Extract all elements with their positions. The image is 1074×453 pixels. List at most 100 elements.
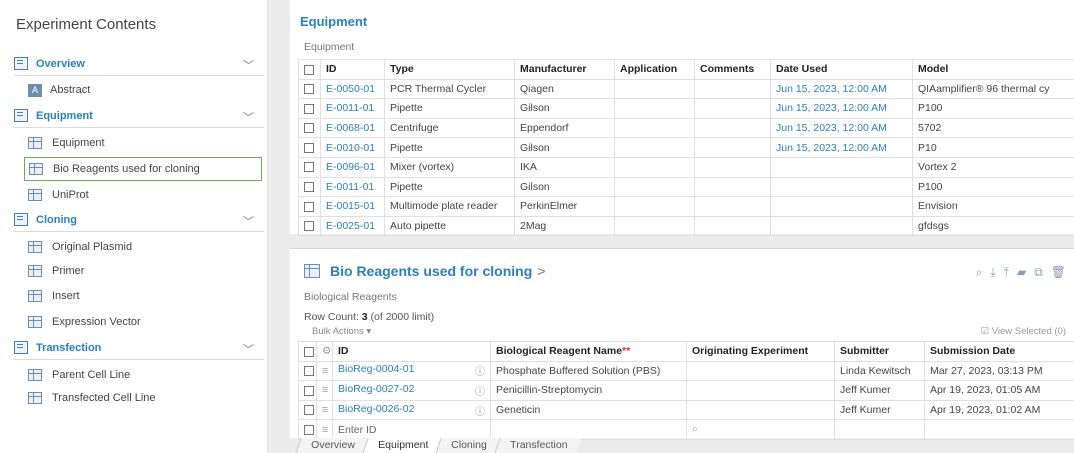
chevron-down-icon[interactable]: ﹀: [243, 57, 254, 73]
drag-handle-icon[interactable]: ≡: [316, 380, 333, 401]
row-checkbox[interactable]: [298, 117, 321, 139]
chevron-down-icon[interactable]: ﹀: [243, 213, 254, 229]
delete-icon[interactable]: 🗑: [1051, 265, 1066, 280]
enter-id-input[interactable]: Enter ID: [332, 419, 491, 440]
column-header[interactable]: Type: [384, 59, 515, 80]
folder-icon[interactable]: ▰: [1017, 265, 1026, 280]
date-link[interactable]: [770, 156, 913, 178]
bioreg-id-link[interactable]: BioReg-0026-02: [338, 403, 414, 415]
sidebar-section-equipment[interactable]: Equipment ﹀: [14, 104, 264, 128]
copy-icon[interactable]: ⧉: [1034, 265, 1043, 280]
column-header[interactable]: Manufacturer: [514, 59, 615, 80]
sidebar-item-original-plasmid[interactable]: Original Plasmid: [14, 235, 264, 259]
sidebar-item-insert[interactable]: Insert: [14, 284, 264, 308]
sidebar-item-transfected-cell-line[interactable]: Transfected Cell Line: [14, 386, 264, 410]
tab-overview[interactable]: Overview: [295, 438, 370, 453]
tab-label: Equipment: [377, 439, 429, 451]
sidebar-item-label: Equipment: [52, 137, 105, 149]
equipment-title[interactable]: Equipment: [300, 14, 367, 29]
sidebar-item-bio-reagents[interactable]: Bio Reagents used for cloning: [24, 157, 262, 181]
lookup-search-icon[interactable]: ⌕: [686, 419, 835, 440]
bulk-actions-dropdown[interactable]: Bulk Actions ▾: [312, 326, 371, 337]
row-checkbox[interactable]: [298, 78, 321, 100]
equipment-id-link[interactable]: E-0010-01: [320, 137, 385, 158]
settings-gear-icon[interactable]: ⚙: [316, 341, 333, 362]
column-header[interactable]: Submission Date: [924, 341, 1074, 362]
column-header[interactable]: ID: [332, 341, 491, 362]
sidebar-section-cloning[interactable]: Cloning ﹀: [14, 208, 264, 232]
select-all-checkbox[interactable]: [298, 59, 321, 80]
equipment-id-link[interactable]: E-0015-01: [320, 196, 385, 217]
row-checkbox[interactable]: [298, 419, 317, 440]
tab-label: Overview: [311, 439, 355, 451]
drag-handle-icon[interactable]: ≡: [316, 399, 333, 421]
sidebar-item-uniprot[interactable]: UniProt: [14, 183, 264, 207]
cell: [686, 360, 835, 382]
equipment-id-link[interactable]: E-0096-01: [320, 156, 385, 178]
bio-reagents-title[interactable]: Bio Reagents used for cloning >: [304, 263, 545, 279]
view-selected-button[interactable]: ☑ View Selected (0): [981, 326, 1066, 337]
drag-handle-icon[interactable]: ≡: [316, 419, 333, 440]
column-header[interactable]: Originating Experiment: [686, 341, 835, 362]
sidebar-item-expression-vector[interactable]: Expression Vector: [14, 310, 264, 334]
tab-equipment[interactable]: Equipment: [362, 438, 443, 453]
date-link[interactable]: Jun 15, 2023, 12:00 AM: [770, 98, 913, 119]
cell: Eppendorf: [514, 117, 615, 139]
row-checkbox[interactable]: [298, 156, 321, 178]
date-link[interactable]: Jun 15, 2023, 12:00 AM: [770, 137, 913, 158]
sidebar-item-equipment[interactable]: Equipment: [14, 131, 264, 155]
search-icon[interactable]: ⌕: [976, 265, 983, 280]
row-checkbox[interactable]: [298, 137, 321, 158]
column-header[interactable]: Submitter: [834, 341, 925, 362]
chevron-down-icon[interactable]: ﹀: [243, 109, 254, 125]
row-checkbox[interactable]: [298, 380, 317, 401]
main-content: Equipment Equipment ID Type Manufacturer…: [268, 0, 1074, 453]
select-all-checkbox[interactable]: [298, 341, 317, 362]
cell[interactable]: [490, 419, 687, 440]
download-icon[interactable]: ⤓: [990, 265, 995, 280]
equipment-id-link[interactable]: E-0025-01: [320, 215, 385, 237]
section-icon: [14, 57, 28, 70]
info-icon[interactable]: ⓘ: [475, 363, 485, 378]
sidebar-item-abstract[interactable]: A Abstract: [14, 78, 264, 102]
sidebar-item-primer[interactable]: Primer: [14, 259, 264, 283]
info-icon[interactable]: ⓘ: [475, 403, 485, 418]
cell: [614, 78, 695, 100]
date-link[interactable]: [770, 176, 913, 198]
equipment-id-link[interactable]: E-0068-01: [320, 117, 385, 139]
date-link[interactable]: [770, 196, 913, 217]
bioreg-id-link[interactable]: BioReg-0004-01: [338, 363, 414, 375]
cell: PCR Thermal Cycler: [384, 78, 515, 100]
drag-handle-icon[interactable]: ≡: [316, 360, 333, 382]
upload-icon[interactable]: ⤒: [1004, 265, 1009, 280]
equipment-id-link[interactable]: E-0050-01: [320, 78, 385, 100]
row-checkbox[interactable]: [298, 399, 317, 421]
tab-cloning[interactable]: Cloning: [435, 438, 502, 453]
date-link[interactable]: Jun 15, 2023, 12:00 AM: [770, 117, 913, 139]
tab-transfection[interactable]: Transfection: [493, 438, 582, 453]
column-header[interactable]: Application: [614, 59, 695, 80]
row-checkbox[interactable]: [298, 360, 317, 382]
date-link[interactable]: Jun 15, 2023, 12:00 AM: [770, 78, 913, 100]
cell: P10: [912, 137, 1074, 158]
table-row: E-0068-01 Centrifuge Eppendorf Jun 15, 2023…: [298, 117, 1074, 139]
chevron-down-icon[interactable]: ﹀: [243, 341, 254, 357]
cell: Linda Kewitsch: [834, 360, 925, 382]
bioreg-id-link[interactable]: BioReg-0027-02: [338, 383, 414, 395]
equipment-id-link[interactable]: E-0011-01: [320, 98, 385, 119]
equipment-id-link[interactable]: E-0011-01: [320, 176, 385, 198]
sidebar-section-overview[interactable]: Overview ﹀: [14, 52, 264, 76]
info-icon[interactable]: ⓘ: [475, 383, 485, 398]
column-header[interactable]: Model: [912, 59, 1074, 80]
sidebar-item-parent-cell-line[interactable]: Parent Cell Line: [14, 363, 264, 387]
row-checkbox[interactable]: [298, 176, 321, 198]
row-checkbox[interactable]: [298, 98, 321, 119]
column-header[interactable]: Date Used: [770, 59, 913, 80]
column-header[interactable]: Biological Reagent Name**: [490, 341, 687, 362]
column-header[interactable]: ID: [320, 59, 385, 80]
sidebar-section-transfection[interactable]: Transfection ﹀: [14, 336, 264, 360]
date-link[interactable]: [770, 215, 913, 237]
row-checkbox[interactable]: [298, 215, 321, 237]
row-checkbox[interactable]: [298, 196, 321, 217]
column-header[interactable]: Comments: [694, 59, 771, 80]
